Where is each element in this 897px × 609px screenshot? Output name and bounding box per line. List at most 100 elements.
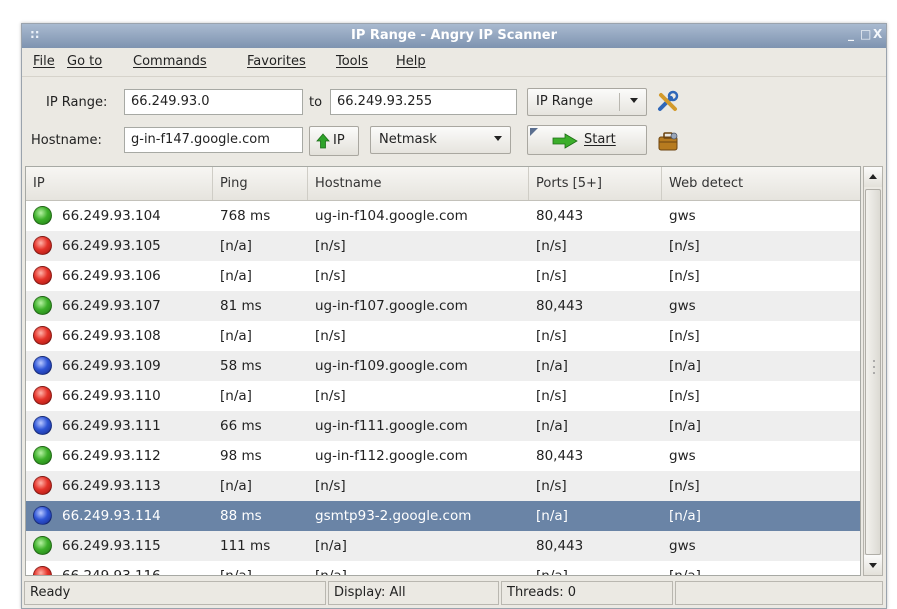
netmask-select[interactable]: Netmask bbox=[370, 126, 511, 154]
cell-web: gws bbox=[669, 208, 696, 224]
cell-ping: [n/a] bbox=[220, 388, 252, 404]
column-header-ports[interactable]: Ports [5+] bbox=[529, 167, 662, 200]
cell-ports: 80,443 bbox=[536, 208, 584, 224]
column-header-hostname[interactable]: Hostname bbox=[308, 167, 529, 200]
progress-panel bbox=[675, 581, 883, 605]
cell-web: [n/s] bbox=[669, 268, 700, 284]
hostname-label: Hostname: bbox=[31, 133, 102, 148]
cell-ip: 66.249.93.115 bbox=[62, 538, 161, 554]
cell-ports: [n/s] bbox=[536, 328, 567, 344]
ip-range-label: IP Range: bbox=[46, 95, 108, 110]
scroll-thumb[interactable] bbox=[865, 189, 881, 555]
tools-icon[interactable] bbox=[656, 90, 680, 114]
cell-hostname: [n/s] bbox=[315, 478, 346, 494]
vertical-scrollbar[interactable] bbox=[863, 166, 883, 576]
table-row[interactable]: 66.249.93.113 [n/a] [n/s] [n/s] [n/s] bbox=[26, 471, 860, 501]
cell-hostname: ug-in-f111.google.com bbox=[315, 418, 468, 434]
cell-ping: [n/a] bbox=[220, 568, 252, 576]
start-button[interactable]: Start bbox=[527, 125, 647, 155]
cell-ip: 66.249.93.107 bbox=[62, 298, 161, 314]
table-row[interactable]: 66.249.93.116 [n/a] [n/a] [n/a] [n/a] bbox=[26, 561, 860, 576]
cell-ip: 66.249.93.105 bbox=[62, 238, 161, 254]
table-row[interactable]: 66.249.93.108 [n/a] [n/s] [n/s] [n/s] bbox=[26, 321, 860, 351]
ip-button-label: IP bbox=[333, 133, 345, 148]
cell-hostname: [n/s] bbox=[315, 268, 346, 284]
cell-ip: 66.249.93.116 bbox=[62, 568, 161, 576]
ip-to-input[interactable]: 66.249.93.255 bbox=[330, 89, 517, 115]
cell-web: [n/s] bbox=[669, 328, 700, 344]
column-header-ip[interactable]: IP bbox=[26, 167, 213, 200]
table-row[interactable]: 66.249.93.109 58 ms ug-in-f109.google.com [… bbox=[26, 351, 860, 381]
column-header-web-detect[interactable]: Web detect bbox=[662, 167, 860, 200]
status-red-icon bbox=[33, 236, 52, 255]
table-row[interactable]: 66.249.93.114 88 ms gsmtp93-2.google.com [n… bbox=[26, 501, 860, 531]
cell-ip: 66.249.93.109 bbox=[62, 358, 161, 374]
close-button[interactable]: X bbox=[873, 27, 882, 41]
cell-web: [n/a] bbox=[669, 508, 701, 524]
cell-hostname: [n/a] bbox=[315, 568, 347, 576]
title-bar[interactable]: :: IP Range - Angry IP Scanner _ □ X bbox=[22, 24, 886, 48]
results-table[interactable]: IP Ping Hostname Ports [5+] Web detect 6… bbox=[25, 166, 861, 576]
cell-ping: 81 ms bbox=[220, 298, 262, 314]
minimize-button[interactable]: _ bbox=[848, 27, 854, 41]
cell-web: gws bbox=[669, 298, 696, 314]
status-blue-icon bbox=[33, 416, 52, 435]
cell-ip: 66.249.93.112 bbox=[62, 448, 161, 464]
netmask-value: Netmask bbox=[379, 132, 437, 147]
menu-help[interactable]: Help bbox=[396, 54, 426, 69]
status-blue-icon bbox=[33, 356, 52, 375]
feeder-mode-select[interactable]: IP Range bbox=[527, 88, 647, 116]
status-red-icon bbox=[33, 326, 52, 345]
scroll-down-button[interactable] bbox=[864, 555, 882, 575]
cell-ping: 98 ms bbox=[220, 448, 262, 464]
menu-file[interactable]: File bbox=[33, 54, 55, 69]
cell-hostname: ug-in-f109.google.com bbox=[315, 358, 468, 374]
menu-bar: File Go to Commands Favorites Tools Help bbox=[22, 49, 886, 77]
cell-ip: 66.249.93.104 bbox=[62, 208, 161, 224]
cell-ports: [n/a] bbox=[536, 418, 568, 434]
table-row[interactable]: 66.249.93.106 [n/a] [n/s] [n/s] [n/s] bbox=[26, 261, 860, 291]
briefcase-icon[interactable] bbox=[656, 129, 680, 153]
table-header: IP Ping Hostname Ports [5+] Web detect bbox=[26, 167, 860, 201]
hostname-input[interactable]: g-in-f147.google.com bbox=[124, 127, 303, 153]
table-row[interactable]: 66.249.93.112 98 ms ug-in-f112.google.com 8… bbox=[26, 441, 860, 471]
scroll-up-button[interactable] bbox=[864, 167, 882, 187]
cell-hostname: [n/s] bbox=[315, 388, 346, 404]
table-row[interactable]: 66.249.93.107 81 ms ug-in-f107.google.com 8… bbox=[26, 291, 860, 321]
status-text: Ready bbox=[24, 581, 326, 605]
ip-up-button[interactable]: IP bbox=[309, 126, 359, 156]
status-green-icon bbox=[33, 536, 52, 555]
cell-ping: [n/a] bbox=[220, 238, 252, 254]
feeder-mode-value: IP Range bbox=[536, 94, 594, 109]
cell-web: [n/a] bbox=[669, 418, 701, 434]
column-header-ping[interactable]: Ping bbox=[213, 167, 308, 200]
cell-ping: 58 ms bbox=[220, 358, 262, 374]
cell-ip: 66.249.93.108 bbox=[62, 328, 161, 344]
menu-goto[interactable]: Go to bbox=[67, 54, 102, 69]
menu-favorites[interactable]: Favorites bbox=[247, 54, 306, 69]
table-row[interactable]: 66.249.93.115 111 ms [n/a] 80,443 gws bbox=[26, 531, 860, 561]
status-bar: Ready Display: All Threads: 0 bbox=[22, 580, 886, 607]
menu-commands[interactable]: Commands bbox=[133, 54, 207, 69]
cell-web: [n/s] bbox=[669, 478, 700, 494]
cell-hostname: gsmtp93-2.google.com bbox=[315, 508, 472, 524]
table-row[interactable]: 66.249.93.111 66 ms ug-in-f111.google.com [… bbox=[26, 411, 860, 441]
cell-hostname: ug-in-f104.google.com bbox=[315, 208, 468, 224]
cell-ping: 768 ms bbox=[220, 208, 271, 224]
table-row[interactable]: 66.249.93.105 [n/a] [n/s] [n/s] [n/s] bbox=[26, 231, 860, 261]
window-title: IP Range - Angry IP Scanner bbox=[350, 28, 557, 43]
cell-ports: [n/s] bbox=[536, 268, 567, 284]
maximize-button[interactable]: □ bbox=[860, 27, 871, 41]
corner-indicator-icon bbox=[530, 128, 538, 136]
table-row[interactable]: 66.249.93.110 [n/a] [n/s] [n/s] [n/s] bbox=[26, 381, 860, 411]
cell-web: [n/s] bbox=[669, 388, 700, 404]
cell-ping: [n/a] bbox=[220, 268, 252, 284]
status-red-icon bbox=[33, 476, 52, 495]
table-row[interactable]: 66.249.93.104 768 ms ug-in-f104.google.com… bbox=[26, 201, 860, 231]
ip-from-input[interactable]: 66.249.93.0 bbox=[124, 89, 303, 115]
arrow-up-icon bbox=[316, 133, 330, 149]
menu-tools[interactable]: Tools bbox=[336, 54, 368, 69]
cell-web: [n/a] bbox=[669, 358, 701, 374]
display-filter-status[interactable]: Display: All bbox=[328, 581, 499, 605]
cell-hostname: ug-in-f107.google.com bbox=[315, 298, 468, 314]
